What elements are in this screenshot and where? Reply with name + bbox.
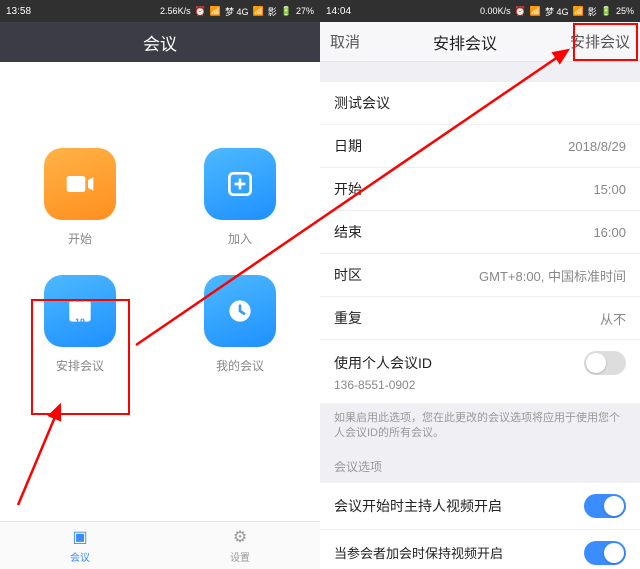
statusbar-right: 14:04 0.00K/s ⏰ 📶 梦 4G 📶 影 🔋 25% bbox=[320, 0, 640, 22]
options-title: 会议选项 bbox=[320, 450, 640, 483]
tab-meeting[interactable]: ▣ 会议 bbox=[0, 522, 160, 569]
screen-home: 13:58 2.56K/s ⏰ 📶 梦 4G 📶 影 🔋 27% 会议 开始 bbox=[0, 0, 320, 569]
battery-icon: 🔋 bbox=[601, 6, 612, 17]
row-participant-video[interactable]: 当参会者加会时保持视频开启 bbox=[320, 530, 640, 569]
alarm-icon: ⏰ bbox=[195, 6, 206, 17]
status-battery: 25% bbox=[616, 6, 634, 16]
meeting-name-field[interactable]: 测试会议 bbox=[320, 82, 640, 124]
status-net1: 梦 4G bbox=[225, 5, 249, 18]
alarm-icon: ⏰ bbox=[515, 6, 526, 17]
row-start[interactable]: 开始 15:00 bbox=[320, 168, 640, 211]
pmi-note: 如果启用此选项，您在此更改的会议选项将应用于使用您个人会议ID的所有会议。 bbox=[320, 403, 640, 450]
gear-icon: ⚙ bbox=[233, 527, 247, 547]
status-net2: 影 bbox=[588, 5, 597, 18]
status-speed: 0.00K/s bbox=[480, 6, 511, 16]
status-time: 14:04 bbox=[326, 6, 351, 17]
status-net1: 梦 4G bbox=[545, 5, 569, 18]
row-host-video[interactable]: 会议开始时主持人视频开启 bbox=[320, 483, 640, 530]
status-net2: 影 bbox=[268, 5, 277, 18]
tile-label: 加入 bbox=[228, 230, 252, 247]
signal-icon: 📶 bbox=[210, 6, 221, 17]
signal-icon: 📶 bbox=[253, 6, 264, 17]
tile-my-meetings[interactable]: 我的会议 bbox=[180, 275, 300, 374]
clock-icon bbox=[224, 295, 256, 327]
tab-label: 会议 bbox=[70, 549, 90, 564]
status-speed: 2.56K/s bbox=[160, 6, 191, 16]
row-pmi[interactable]: 使用个人会议ID 136-8551-0902 bbox=[320, 340, 640, 403]
confirm-schedule-button[interactable]: 安排会议 bbox=[570, 31, 630, 52]
signal-icon: 📶 bbox=[573, 6, 584, 17]
tile-label: 开始 bbox=[68, 230, 92, 247]
statusbar-left: 13:58 2.56K/s ⏰ 📶 梦 4G 📶 影 🔋 27% bbox=[0, 0, 320, 22]
cancel-button[interactable]: 取消 bbox=[330, 31, 360, 52]
schedule-form: 测试会议 日期 2018/8/29 开始 15:00 结束 16:00 时区 G… bbox=[320, 62, 640, 569]
header-title: 安排会议 bbox=[433, 30, 497, 54]
calendar-day: 19 bbox=[75, 317, 85, 327]
row-timezone[interactable]: 时区 GMT+8:00, 中国标准时间 bbox=[320, 254, 640, 297]
video-icon: ▣ bbox=[72, 527, 87, 547]
screen-schedule: 14:04 0.00K/s ⏰ 📶 梦 4G 📶 影 🔋 25% 取消 安排会议… bbox=[320, 0, 640, 569]
host-video-toggle[interactable] bbox=[584, 494, 626, 518]
tile-schedule[interactable]: 19 安排会议 bbox=[20, 275, 140, 374]
video-icon bbox=[64, 168, 96, 200]
tabbar: ▣ 会议 ⚙ 设置 bbox=[0, 521, 320, 569]
tile-start[interactable]: 开始 bbox=[20, 148, 140, 247]
row-end[interactable]: 结束 16:00 bbox=[320, 211, 640, 254]
battery-icon: 🔋 bbox=[281, 6, 292, 17]
status-time: 13:58 bbox=[6, 6, 31, 17]
participant-video-toggle[interactable] bbox=[584, 541, 626, 565]
tile-join[interactable]: 加入 bbox=[180, 148, 300, 247]
header-schedule: 取消 安排会议 安排会议 bbox=[320, 22, 640, 62]
tab-settings[interactable]: ⚙ 设置 bbox=[160, 522, 320, 569]
tab-label: 设置 bbox=[230, 549, 250, 564]
header-title: 会议 bbox=[143, 30, 177, 55]
pmi-toggle[interactable] bbox=[584, 351, 626, 375]
status-battery: 27% bbox=[296, 6, 314, 16]
header-home: 会议 bbox=[0, 22, 320, 62]
row-repeat[interactable]: 重复 从不 bbox=[320, 297, 640, 340]
tile-label: 我的会议 bbox=[216, 357, 264, 374]
plus-icon bbox=[224, 168, 256, 200]
signal-icon: 📶 bbox=[530, 6, 541, 17]
meeting-name-value: 测试会议 bbox=[334, 93, 390, 113]
tile-grid: 开始 加入 19 安排会议 我的会议 bbox=[0, 62, 320, 521]
tile-label: 安排会议 bbox=[56, 357, 104, 374]
row-date[interactable]: 日期 2018/8/29 bbox=[320, 125, 640, 168]
